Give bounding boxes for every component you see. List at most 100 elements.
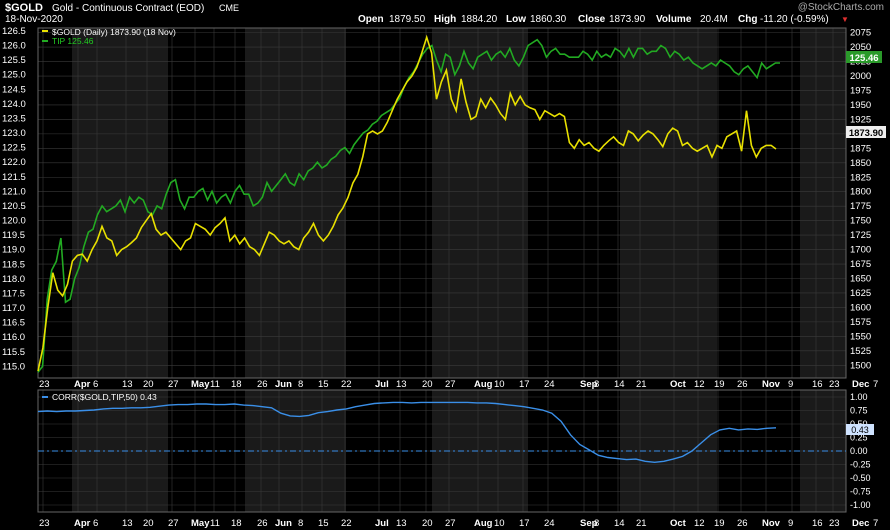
tip-tick-label: 117.5 xyxy=(2,288,25,299)
x-tick-label: 26 xyxy=(257,379,268,390)
gold-tick-label: 1600 xyxy=(850,302,871,313)
tip-tick-label: 123.0 xyxy=(2,128,26,139)
corr-x-tick-label: 23 xyxy=(829,518,840,529)
corr-tick-label: -0.50 xyxy=(850,473,871,483)
x-tick-label: May xyxy=(191,379,210,390)
tip-tick-label: 119.0 xyxy=(2,245,25,256)
x-tick-label: 18 xyxy=(231,379,242,390)
x-tick-label: 24 xyxy=(544,379,555,390)
open-label: Open xyxy=(358,14,384,25)
x-tick-label: 16 xyxy=(812,379,823,390)
gold-tick-label: 1625 xyxy=(850,288,871,299)
tip-tick-label: 123.5 xyxy=(2,113,26,124)
legend-swatch-gold xyxy=(42,30,48,32)
gold-tick-label: 1975 xyxy=(850,85,871,96)
x-tick-label: 12 xyxy=(694,379,705,390)
gold-tick-label: 1750 xyxy=(850,216,871,227)
gold-tick-label: 1525 xyxy=(850,346,871,357)
corr-tick-label: 1.00 xyxy=(850,392,868,402)
corr-tick-label: 0.00 xyxy=(850,446,868,456)
volume-label: Volume xyxy=(656,14,692,25)
high-label: High xyxy=(434,14,456,25)
corr-axis-ticks: 1.000.750.500.250.00-0.25-0.50-0.75-1.00 xyxy=(850,392,871,510)
close-value: 1873.90 xyxy=(609,14,646,25)
gold-tick-label: 1550 xyxy=(850,331,871,342)
x-tick-label: Dec xyxy=(852,379,869,390)
watermark: @StockCharts.com xyxy=(798,2,884,13)
close-label: Close xyxy=(578,14,606,25)
corr-x-tick-label: 10 xyxy=(494,518,505,529)
x-tick-label: Nov xyxy=(762,379,781,390)
tip-tick-label: 116.0 xyxy=(2,332,25,343)
exchange-label: CME xyxy=(219,3,239,13)
tip-tick-label: 120.5 xyxy=(2,201,26,212)
tip-tick-label: 124.0 xyxy=(2,99,26,110)
x-tick-label: 23 xyxy=(39,379,50,390)
x-tick-label: Oct xyxy=(670,379,687,390)
corr-x-tick-label: 7 xyxy=(873,518,878,529)
legend-swatch-tip xyxy=(42,40,48,42)
x-tick-label: 20 xyxy=(143,379,154,390)
corr-x-tick-label: 27 xyxy=(168,518,179,529)
x-tick-label: 7 xyxy=(873,379,878,390)
legend-tip: TIP 125.46 xyxy=(52,36,94,46)
gold-tick-label: 1650 xyxy=(850,273,871,284)
gold-tick-label: 2075 xyxy=(850,28,871,39)
tip-tick-label: 117.0 xyxy=(2,303,25,314)
corr-x-tick-label: 12 xyxy=(694,518,705,529)
tip-tick-label: 125.0 xyxy=(2,70,26,81)
x-tick-label: Jun xyxy=(275,379,292,390)
gold-tick-label: 1575 xyxy=(850,317,871,328)
corr-x-tick-label: 26 xyxy=(737,518,748,529)
symbol-label: $GOLD xyxy=(5,2,43,14)
corr-x-tick-label: Oct xyxy=(670,518,687,529)
tip-tick-label: 115.0 xyxy=(2,361,25,372)
high-value: 1884.20 xyxy=(461,14,498,25)
corr-x-tick-label: 11 xyxy=(210,518,220,529)
corr-x-tick-label: Nov xyxy=(762,518,781,529)
chg-value: -11.20 (-0.59%) xyxy=(760,14,829,25)
gold-last-value: 1873.90 xyxy=(849,128,883,139)
tip-tick-label: 119.5 xyxy=(2,230,25,241)
corr-x-tick-label: 18 xyxy=(231,518,242,529)
legend-swatch-corr xyxy=(42,396,48,398)
month-band xyxy=(245,28,346,378)
gold-tick-label: 1725 xyxy=(850,230,871,241)
corr-x-tick-label: 20 xyxy=(143,518,154,529)
corr-x-tick-label: 17 xyxy=(519,518,530,529)
x-tick-label: 20 xyxy=(422,379,433,390)
corr-x-tick-label: 24 xyxy=(544,518,555,529)
tip-tick-label: 126.5 xyxy=(2,26,26,37)
tip-last-badge: 125.46 xyxy=(846,51,882,64)
x-tick-label: 21 xyxy=(636,379,647,390)
corr-x-tick-label: 23 xyxy=(39,518,50,529)
gold-tick-label: 1775 xyxy=(850,201,871,212)
corr-x-tick-label: 20 xyxy=(422,518,433,529)
description-label: Gold - Continuous Contract (EOD) xyxy=(52,3,204,14)
chg-down-arrow-icon: ▼ xyxy=(841,15,849,24)
gold-tick-label: 1875 xyxy=(850,143,871,154)
x-tick-label: 17 xyxy=(519,379,530,390)
corr-x-tick-label: 9 xyxy=(788,518,793,529)
x-tick-label: 15 xyxy=(318,379,329,390)
corr-x-tick-label: Dec xyxy=(852,518,869,529)
tip-tick-label: 122.0 xyxy=(2,157,26,168)
corr-x-tick-label: 13 xyxy=(396,518,407,529)
corr-x-tick-label: 19 xyxy=(714,518,725,529)
x-tick-label: 8 xyxy=(594,379,599,390)
corr-x-tick-label: 8 xyxy=(594,518,599,529)
x-tick-label: Aug xyxy=(474,379,493,390)
tip-tick-label: 124.5 xyxy=(2,84,26,95)
x-tick-label: 13 xyxy=(396,379,407,390)
x-tick-label: 8 xyxy=(298,379,303,390)
open-value: 1879.50 xyxy=(389,14,426,25)
corr-x-tick-label: May xyxy=(191,518,210,529)
x-tick-label: 13 xyxy=(122,379,133,390)
x-tick-label: 27 xyxy=(168,379,179,390)
gold-last-badge: 1873.90 xyxy=(846,126,886,139)
x-tick-label: 10 xyxy=(494,379,505,390)
corr-x-tick-label: 15 xyxy=(318,518,329,529)
gold-tick-label: 1825 xyxy=(850,172,871,183)
tip-tick-label: 121.5 xyxy=(2,172,26,183)
x-tick-label: 14 xyxy=(614,379,625,390)
